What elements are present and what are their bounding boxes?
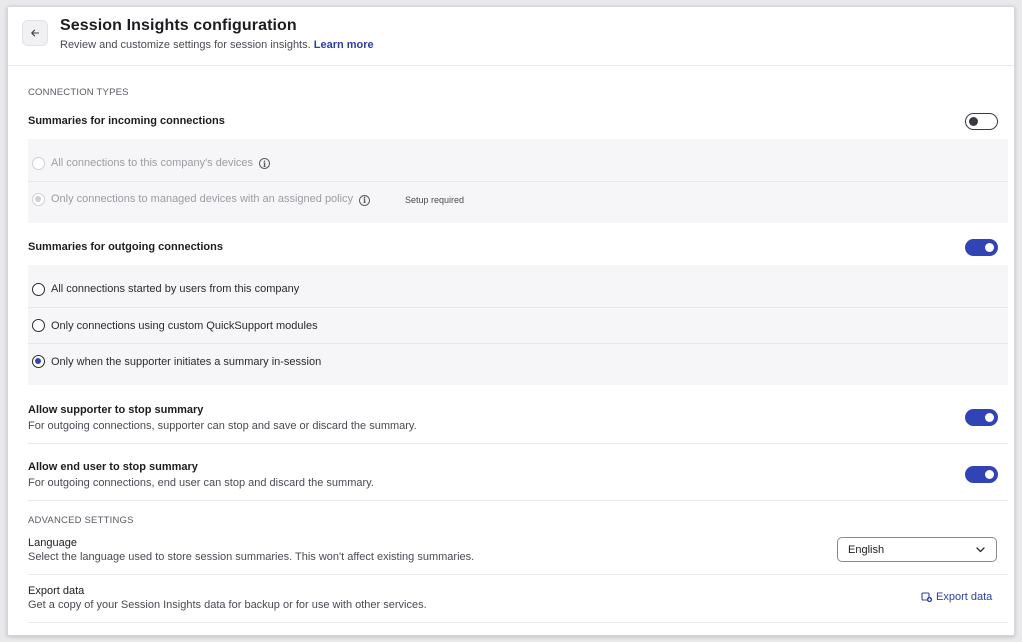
divider: [28, 622, 1008, 623]
incoming-title: Summaries for incoming connections: [28, 115, 225, 127]
toggle-knob: [985, 413, 994, 422]
option-text: Only connections to managed devices with…: [51, 193, 354, 206]
end-user-stop-toggle[interactable]: [965, 466, 998, 483]
language-title: Language: [28, 537, 77, 549]
page-header: Session Insights configuration Review an…: [8, 7, 1014, 66]
option-text: All connections to this company's device…: [51, 156, 254, 169]
supporter-stop-description: For outgoing connections, supporter can …: [28, 420, 417, 432]
incoming-toggle[interactable]: [965, 113, 998, 130]
language-description: Select the language used to store sessio…: [28, 551, 475, 563]
setup-required-badge: Setup required: [405, 194, 465, 205]
outgoing-option-quicksupport-label: Only connections using custom QuickSuppo…: [51, 319, 318, 332]
learn-more-link[interactable]: Learn more: [314, 39, 374, 51]
outgoing-toggle[interactable]: [965, 239, 998, 256]
supporter-stop-title: Allow supporter to stop summary: [28, 404, 204, 416]
outgoing-option-supporter-label: Only when the supporter initiates a summ…: [51, 355, 322, 368]
export-description: Get a copy of your Session Insights data…: [28, 599, 427, 611]
outgoing-option-all-label: All connections started by users from th…: [51, 283, 300, 295]
incoming-option-all-radio[interactable]: [32, 156, 45, 170]
outgoing-option-supporter-radio[interactable]: [32, 355, 45, 368]
incoming-option-all-label: All connections to this company's device…: [51, 156, 271, 170]
export-data-link[interactable]: Export data: [921, 591, 992, 603]
info-icon[interactable]: i: [259, 158, 271, 170]
supporter-stop-toggle[interactable]: [965, 409, 998, 426]
outgoing-option-quicksupport-radio[interactable]: [32, 319, 45, 332]
chevron-down-icon: [976, 547, 985, 553]
toggle-knob: [985, 243, 994, 252]
toggle-knob: [969, 116, 978, 126]
divider: [28, 443, 1008, 444]
export-data-icon: [921, 592, 933, 603]
page-title: Session Insights configuration: [60, 17, 297, 34]
divider: [28, 500, 1008, 501]
incoming-option-managed[interactable]: Only connections to managed devices with…: [28, 181, 1008, 217]
info-icon[interactable]: i: [359, 194, 371, 206]
export-title: Export data: [28, 585, 85, 597]
back-button[interactable]: [22, 20, 48, 46]
incoming-option-managed-label: Only connections to managed devices with…: [51, 193, 371, 206]
session-insights-window: Session Insights configuration Review an…: [7, 6, 1015, 636]
export-data-link-text: Export data: [936, 591, 993, 603]
incoming-option-managed-radio[interactable]: [32, 193, 45, 206]
divider: [28, 574, 1008, 575]
incoming-option-all[interactable]: All connections to this company's device…: [28, 145, 1008, 181]
outgoing-title: Summaries for outgoing connections: [28, 241, 223, 253]
section-label-connection-types: CONNECTION TYPES: [28, 87, 129, 98]
arrow-left-icon: [31, 29, 40, 37]
end-user-stop-description: For outgoing connections, end user can s…: [28, 477, 374, 489]
end-user-stop-title: Allow end user to stop summary: [28, 461, 198, 473]
page-subtitle: Review and customize settings for sessio…: [60, 39, 374, 51]
page-subtitle-text: Review and customize settings for sessio…: [60, 39, 311, 51]
toggle-knob: [985, 470, 994, 479]
language-select-value: English: [848, 544, 885, 556]
outgoing-option-supporter[interactable]: Only when the supporter initiates a summ…: [28, 343, 1008, 379]
language-select[interactable]: English: [837, 537, 997, 562]
incoming-options-panel: All connections to this company's device…: [28, 139, 1008, 223]
outgoing-option-quicksupport[interactable]: Only connections using custom QuickSuppo…: [28, 307, 1008, 343]
outgoing-option-all-radio[interactable]: [32, 282, 45, 296]
section-label-advanced: ADVANCED SETTINGS: [28, 515, 134, 526]
outgoing-option-all[interactable]: All connections started by users from th…: [28, 271, 1008, 307]
outgoing-options-panel: All connections started by users from th…: [28, 265, 1008, 385]
